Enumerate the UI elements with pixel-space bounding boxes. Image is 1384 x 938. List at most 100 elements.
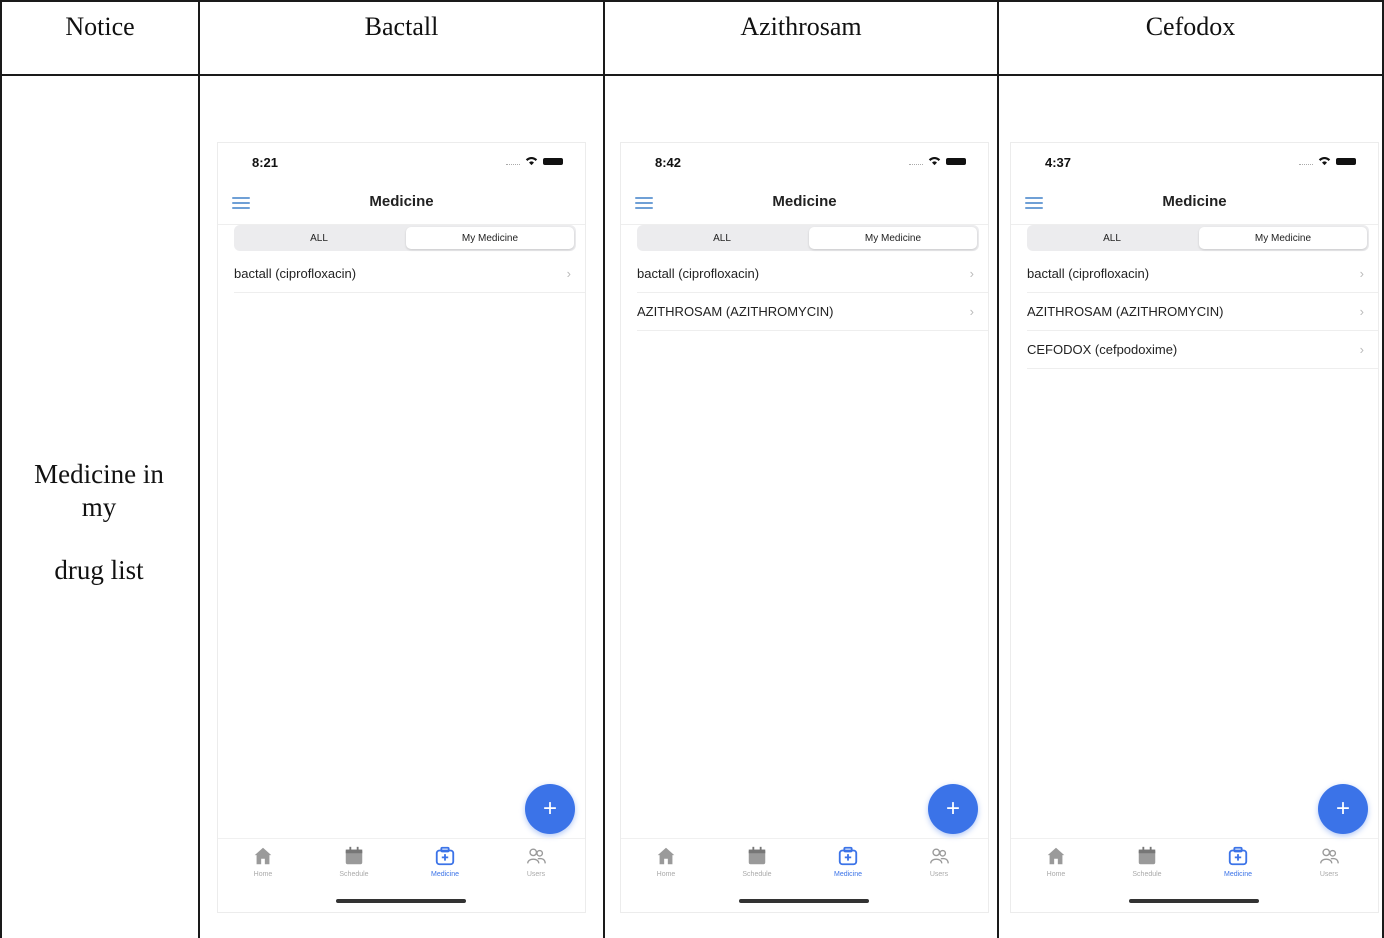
status-bar: 8:21 (218, 143, 585, 185)
tab-label: Users (1319, 871, 1339, 878)
tab-label: Medicine (430, 871, 459, 878)
tab-label: Medicine (1223, 871, 1252, 878)
segment-my-medicine[interactable]: My Medicine (406, 227, 574, 249)
table-divider (603, 0, 605, 938)
wifi-icon (1318, 156, 1331, 166)
wifi-icon (525, 156, 538, 166)
phone-screenshot: 8:42 Medicine ALL My Medicine bactall (c… (621, 143, 988, 912)
tab-home[interactable]: Home (228, 845, 298, 878)
chevron-right-icon: › (1359, 266, 1364, 281)
segment-all[interactable]: ALL (1027, 225, 1197, 251)
status-icons (1299, 156, 1356, 166)
battery-icon (946, 157, 966, 165)
nav-bar: Medicine (1011, 185, 1378, 225)
segment-all[interactable]: ALL (234, 225, 404, 251)
table-header-divider (0, 74, 1384, 76)
home-indicator (1129, 899, 1259, 903)
phone-screenshot: 4:37 Medicine ALL My Medicine bactall (c… (1011, 143, 1378, 912)
medicine-box-icon (838, 846, 858, 866)
home-icon (657, 847, 675, 865)
tab-label: Users (929, 871, 949, 878)
chevron-right-icon: › (1359, 342, 1364, 357)
status-time: 8:21 (252, 155, 279, 170)
medicine-box-icon (1228, 846, 1248, 866)
medicine-name: AZITHROSAM (AZITHROMYCIN) (1027, 304, 1224, 319)
list-item[interactable]: CEFODOX (cefpodoxime) › (1027, 331, 1378, 369)
tab-bar: Home Schedule Medicine Users (1011, 838, 1378, 912)
tab-schedule[interactable]: Schedule (1112, 845, 1182, 878)
status-time: 8:42 (655, 155, 682, 170)
segmented-control: ALL My Medicine (234, 225, 576, 251)
tab-medicine[interactable]: Medicine (813, 845, 883, 878)
row-label-line: my (81, 491, 117, 522)
tab-users[interactable]: Users (501, 845, 571, 878)
table-divider (198, 0, 200, 938)
list-item[interactable]: AZITHROSAM (AZITHROMYCIN) › (1027, 293, 1378, 331)
tab-label: Home (253, 871, 273, 878)
wifi-icon (928, 156, 941, 166)
calendar-icon (345, 846, 363, 865)
add-medicine-button[interactable]: + (1318, 784, 1368, 834)
row-label: Medicine in my drug list (0, 76, 198, 938)
tab-label: Schedule (742, 871, 772, 878)
battery-icon (1336, 157, 1356, 165)
header-azithrosam: Azithrosam (740, 12, 862, 41)
status-bar: 4:37 (1011, 143, 1378, 185)
header-cefodox: Cefodox (1145, 12, 1236, 41)
tab-home[interactable]: Home (1021, 845, 1091, 878)
medicine-name: bactall (ciprofloxacin) (234, 266, 357, 281)
list-item[interactable]: bactall (ciprofloxacin) › (234, 255, 585, 293)
medicine-box-icon (435, 846, 455, 866)
medicine-list: bactall (ciprofloxacin) › AZITHROSAM (AZ… (1027, 255, 1378, 369)
calendar-icon (1138, 846, 1156, 865)
chevron-right-icon: › (969, 304, 974, 319)
nav-bar: Medicine (621, 185, 988, 225)
header-notice: Notice (65, 12, 135, 41)
tab-users[interactable]: Users (1294, 845, 1364, 878)
battery-icon (543, 157, 563, 165)
plus-icon: + (1335, 795, 1350, 822)
segment-all[interactable]: ALL (637, 225, 807, 251)
header-bactall: Bactall (364, 12, 439, 41)
medicine-name: bactall (ciprofloxacin) (637, 266, 760, 281)
nav-bar: Medicine (218, 185, 585, 225)
segmented-control: ALL My Medicine (1027, 225, 1369, 251)
tab-label: Medicine (833, 871, 862, 878)
tab-schedule[interactable]: Schedule (319, 845, 389, 878)
table-divider (997, 0, 999, 938)
add-medicine-button[interactable]: + (525, 784, 575, 834)
tab-home[interactable]: Home (631, 845, 701, 878)
status-icons (909, 156, 966, 166)
chevron-right-icon: › (969, 266, 974, 281)
home-icon (1047, 847, 1065, 865)
page-title: Medicine (772, 193, 837, 210)
status-time: 4:37 (1045, 155, 1072, 170)
medicine-list: bactall (ciprofloxacin) › AZITHROSAM (AZ… (637, 255, 988, 331)
tab-label: Home (1046, 871, 1066, 878)
segment-my-medicine[interactable]: My Medicine (809, 227, 977, 249)
tab-users[interactable]: Users (904, 845, 974, 878)
tab-medicine[interactable]: Medicine (1203, 845, 1273, 878)
row-label-line: drug list (54, 554, 144, 585)
list-item[interactable]: bactall (ciprofloxacin) › (1027, 255, 1378, 293)
list-item[interactable]: bactall (ciprofloxacin) › (637, 255, 988, 293)
list-item[interactable]: AZITHROSAM (AZITHROMYCIN) › (637, 293, 988, 331)
tab-label: Home (656, 871, 676, 878)
plus-icon: + (542, 795, 557, 822)
tab-schedule[interactable]: Schedule (722, 845, 792, 878)
tab-medicine[interactable]: Medicine (410, 845, 480, 878)
calendar-icon (748, 846, 766, 865)
chevron-right-icon: › (566, 266, 571, 281)
home-indicator (739, 899, 869, 903)
users-icon (527, 848, 546, 864)
home-icon (254, 847, 272, 865)
status-bar: 8:42 (621, 143, 988, 185)
tab-label: Schedule (1132, 871, 1162, 878)
tab-bar: Home Schedule Medicine Users (218, 838, 585, 912)
status-icons (506, 156, 563, 166)
medicine-name: bactall (ciprofloxacin) (1027, 266, 1150, 281)
page-title: Medicine (369, 193, 434, 210)
users-icon (1320, 848, 1339, 864)
segment-my-medicine[interactable]: My Medicine (1199, 227, 1367, 249)
add-medicine-button[interactable]: + (928, 784, 978, 834)
